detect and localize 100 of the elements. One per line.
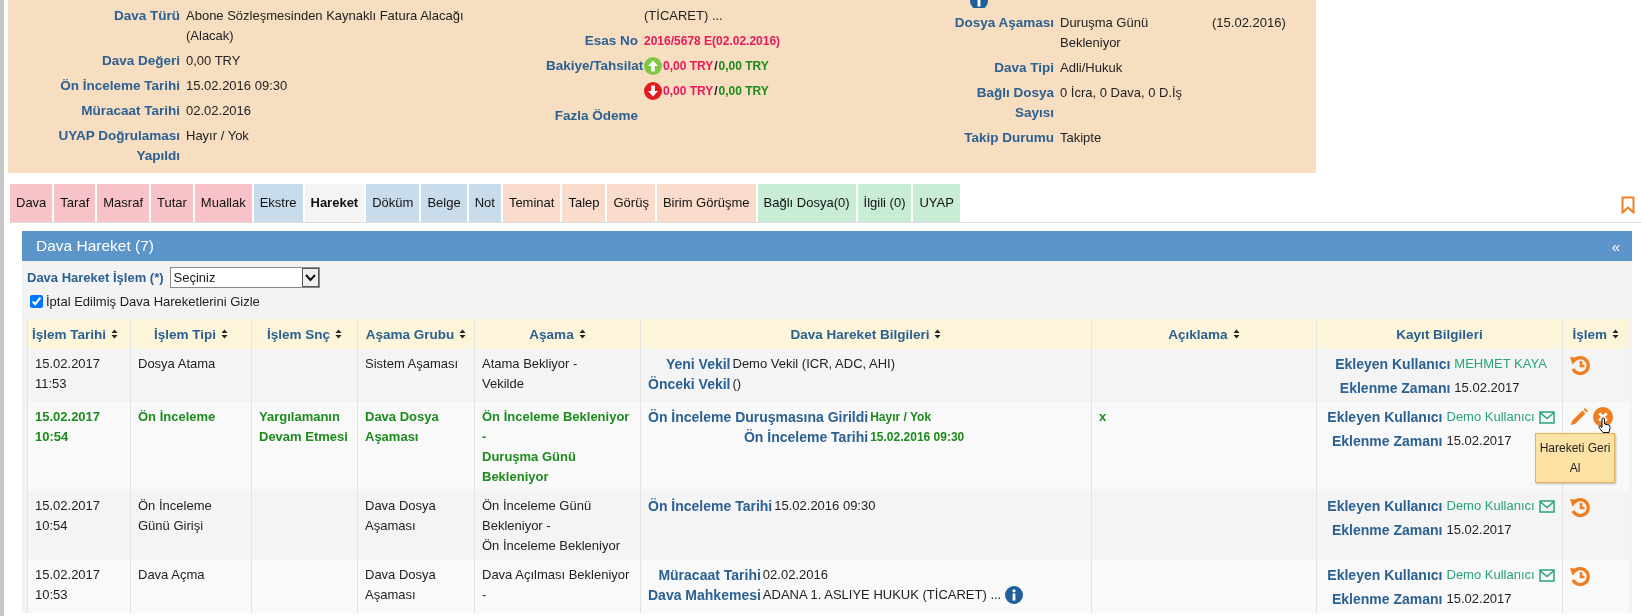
field-value: Adli/Hukuk — [1060, 59, 1124, 77]
field-value: 02.02.2016 — [186, 102, 253, 120]
column-header[interactable]: Açıklama — [1168, 326, 1228, 342]
detail-value: 15.02.2016 09:30 — [774, 497, 876, 515]
record-label: Ekleyen Kullanıcı — [1327, 566, 1443, 585]
checkbox-label: İptal Edilmiş Dava Hareketlerini Gizle — [46, 293, 260, 309]
tab[interactable]: Teminat — [502, 184, 561, 222]
tab[interactable]: Masraf — [97, 184, 149, 222]
record-label: Ekleyen Kullanıcı — [1335, 355, 1451, 374]
column-header[interactable]: Aşama — [529, 326, 574, 342]
field-label: UYAP Doğrulaması Yapıldı — [57, 127, 181, 165]
sort-icon[interactable] — [335, 329, 342, 339]
record-label: Ekleyen Kullanıcı — [1327, 408, 1443, 427]
field-label: Ön İnceleme Tarihi — [59, 77, 181, 95]
field-value: 0,00 TRY — [186, 52, 242, 70]
separator-text: / — [714, 58, 718, 75]
record-label: Eklenme Zamanı — [1331, 432, 1443, 451]
sort-icon[interactable] — [111, 329, 119, 339]
record-label: Eklenme Zamanı — [1331, 521, 1443, 540]
detail-value: Demo Vekil (ICR, ADC, AHI) — [732, 355, 896, 373]
detail-value: ADANA 1. ASLIYE HUKUK (TİCARET) ... — [762, 586, 1002, 604]
tooltip: Hareketi Geri Al — [1535, 433, 1615, 483]
field-value: 15.02.2016 09:30 — [186, 77, 289, 95]
caret-icon — [301, 267, 319, 287]
field-label: Dosya Aşaması — [953, 14, 1055, 32]
table-cell: 15.02.2017 10:53 — [27, 560, 131, 613]
detail-value: () — [732, 375, 742, 393]
bookmark-icon[interactable] — [1621, 196, 1635, 214]
field-value: Takipte — [1060, 129, 1103, 147]
field-label: Dava Tipi — [993, 59, 1055, 77]
balance-amount: 0,00 TRY — [663, 83, 714, 100]
undo-icon[interactable] — [1569, 565, 1591, 587]
case-number: 2016/5678 E(02.02.2016) — [644, 33, 782, 50]
sort-icon[interactable] — [934, 329, 942, 339]
sort-icon[interactable] — [1612, 329, 1619, 339]
field-value: Hayır / Yok — [186, 127, 250, 145]
field-label: Dava Değeri — [100, 52, 181, 70]
field-value: 0 İcra, 0 Dava, 0 D.İş — [1060, 84, 1184, 102]
arrow-up-icon — [644, 57, 662, 75]
detail-label: Ön İnceleme Tarihi — [648, 497, 773, 516]
field-label: Fazla Ödeme — [553, 107, 639, 125]
hide-cancelled-checkbox[interactable] — [30, 294, 43, 308]
field-label: Dava Hareket İşlem (*) — [27, 269, 164, 285]
stage-date: (15.02.2016) — [1211, 14, 1287, 32]
detail-value: Hayır / Yok — [870, 409, 932, 426]
collected-amount: 0,00 TRY — [718, 58, 769, 75]
record-value: 15.02.2017 — [1446, 521, 1512, 539]
detail-label: Müracaat Tarihi — [657, 566, 761, 585]
mail-icon[interactable] — [1538, 499, 1555, 513]
field-value: Duruşma Günü Bekleniyor — [1060, 14, 1150, 52]
field-label: Bağlı Dosya Sayısı — [975, 84, 1055, 122]
record-value: 15.02.2017 — [1446, 432, 1512, 450]
tab[interactable]: Not — [468, 184, 501, 222]
table-cell: Dava Açılması Bekleniyor - — [474, 560, 641, 613]
tab[interactable]: Muallak — [194, 184, 252, 222]
detail-value: 15.02.2016 09:30 — [870, 429, 965, 446]
field-label: Dava Türü — [112, 7, 181, 25]
tab[interactable]: Talep — [562, 184, 606, 222]
record-label: Eklenme Zamanı — [1338, 379, 1451, 398]
record-label: Eklenme Zamanı — [1331, 590, 1443, 609]
tab[interactable]: Döküm — [366, 184, 420, 222]
record-label: Ekleyen Kullanıcı — [1327, 497, 1443, 516]
tab[interactable]: İlgili (0) — [857, 184, 912, 222]
detail-value: 02.02.2016 — [762, 566, 828, 584]
tab[interactable]: Dava — [10, 184, 53, 222]
table-cell: Dava Dosya Aşaması — [357, 560, 475, 613]
tab[interactable]: Hareket — [304, 184, 365, 222]
sort-icon[interactable] — [1232, 329, 1240, 339]
detail-label: Ön İnceleme Tarihi — [742, 428, 869, 447]
detail-label: Önceki Vekil — [648, 375, 731, 394]
hand-cursor-icon — [1598, 417, 1611, 434]
tab[interactable]: UYAP — [913, 184, 960, 222]
sort-icon[interactable] — [221, 329, 228, 339]
tab[interactable]: Ekstre — [253, 184, 303, 222]
table-cell: Dava Açma — [130, 560, 252, 613]
record-value: 15.02.2017 — [1454, 379, 1520, 397]
field-label: Takip Durumu — [963, 129, 1055, 147]
field-value: Abone Sözleşmesinden Kaynaklı Fatura Alacağı (Alacak) — [186, 7, 465, 45]
tab[interactable]: Belge — [421, 184, 467, 222]
detail-label: Yeni Vekil — [664, 355, 731, 374]
mail-icon[interactable] — [1538, 568, 1555, 582]
tab[interactable]: Görüş — [607, 184, 655, 222]
record-value: 15.02.2017 — [1446, 590, 1512, 608]
field-label: Müracaat Tarihi — [80, 102, 181, 120]
column-header: Kayıt Bilgileri — [1396, 326, 1483, 342]
detail-label: Ön İnceleme Duruşmasına Girildi — [648, 408, 869, 427]
column-header[interactable]: Dava Hareket Bilgileri — [790, 326, 930, 342]
action-select[interactable]: Seçiniz — [169, 266, 320, 288]
mail-icon[interactable] — [1538, 410, 1555, 424]
tab[interactable]: Taraf — [54, 184, 96, 222]
tab[interactable]: Birim Görüşme — [656, 184, 756, 222]
sort-icon[interactable] — [459, 329, 467, 339]
tab[interactable]: Bağlı Dosya(0) — [757, 184, 856, 222]
field-label: Bakiye/Tahsilat — [546, 57, 644, 75]
field-value: (TİCARET) ... — [644, 7, 724, 25]
sort-icon[interactable] — [578, 329, 586, 339]
tab[interactable]: Tutar — [151, 184, 193, 222]
collected-amount: 0,00 TRY — [718, 83, 769, 100]
arrow-down-icon — [644, 82, 662, 100]
panel-title: Dava Hareket (7) — [36, 237, 154, 255]
